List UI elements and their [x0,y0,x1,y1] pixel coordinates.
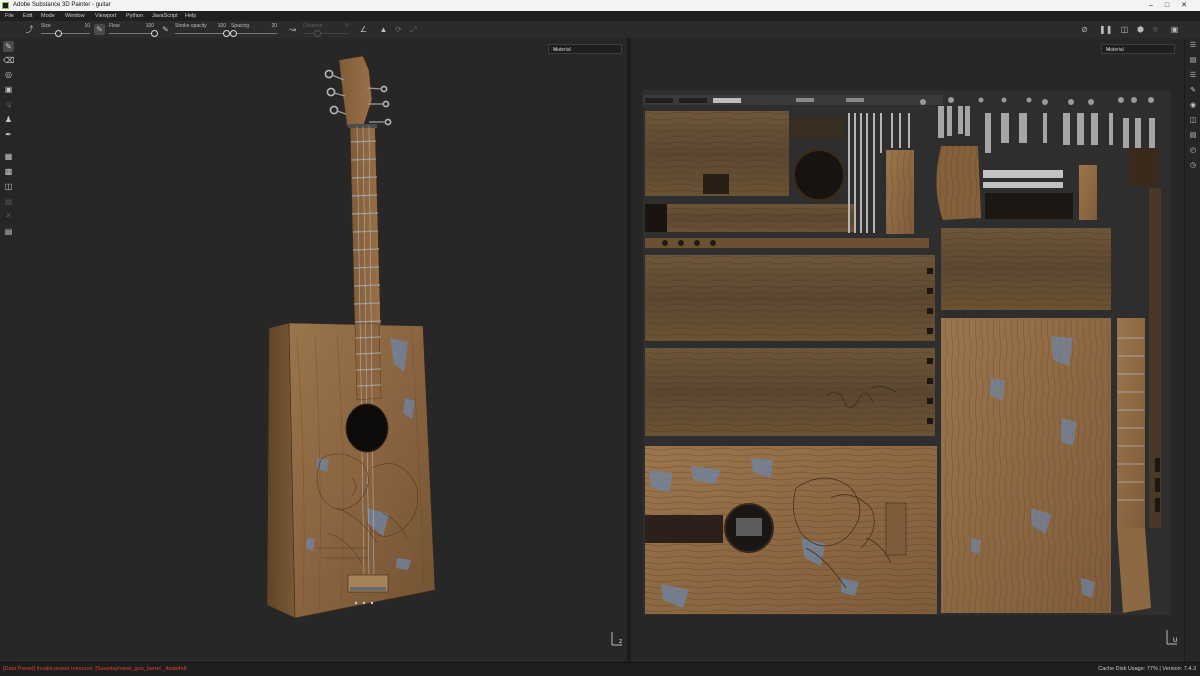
display-3d-icon[interactable]: ⬢ [1135,24,1146,35]
window-title: Adobe Substance 3D Painter - guitar [13,2,111,8]
stroke-opacity-track [175,33,226,34]
size-track [41,33,90,34]
log-icon[interactable]: ◴ [1188,146,1198,156]
menu-mode[interactable]: Mode [41,13,55,19]
bake-tool-icon[interactable]: ▦ [3,151,14,162]
angle-icon[interactable]: ∠ [358,24,369,35]
geometry-mask-icon[interactable]: ▣ [3,84,14,95]
menu-javascript[interactable]: JavaScript [152,13,178,19]
flow-track [109,33,154,34]
clock-icon[interactable]: ◷ [1188,161,1198,171]
svg-text:U: U [1173,637,1177,644]
distance-slider: Distance 8 [303,23,348,37]
maximize-icon[interactable]: □ [1160,1,1174,10]
mirror-axis-icon[interactable]: ⤢ [408,24,419,35]
menu-bar: File Edit Mode Window Viewport Python Ja… [0,11,1200,21]
axis-gizmo-2d: U [1166,630,1177,645]
color-picker-icon[interactable]: ✒ [3,129,14,140]
texture-set-settings-icon[interactable]: ▤ [1188,56,1198,66]
shelf-icon[interactable]: ◫ [1188,116,1198,126]
viewport-2d[interactable]: Material ⌄ U [631,38,1184,662]
properties-icon[interactable]: ✎ [1188,86,1198,96]
brush-preset-icon[interactable]: ⤴ [24,24,35,35]
size-label: Size [41,23,51,29]
svg-text:z: z [619,638,622,645]
flow-label: Flow [109,23,120,29]
cache-label: Cache Disk Usage: [1098,666,1146,672]
size-value: 10 [84,23,90,29]
tool-properties-bar: ⤴ Size 10 ✎ Flow 100 ✎ Stroke opacity 10… [0,21,1200,39]
distance-value: 8 [345,23,348,29]
symmetry-icon[interactable]: ▲ [378,24,389,35]
version-label: | Version: 7.4.3 [1159,666,1196,672]
flow-value: 100 [145,23,154,29]
close-icon[interactable]: ✕ [1177,1,1191,10]
size-knob[interactable] [55,30,63,37]
polygon-fill-icon[interactable]: ▩ [3,166,14,177]
axis-gizmo-3d: z [611,632,622,646]
layers-icon[interactable]: ☰ [1188,71,1198,81]
minimize-icon[interactable]: – [1144,1,1158,10]
flow-knob[interactable] [151,30,158,37]
display-settings-icon[interactable]: ◉ [1188,101,1198,111]
flow-slider[interactable]: Flow 100 [109,23,158,37]
smudge-icon[interactable]: ☟ [3,100,14,111]
menu-viewport[interactable]: Viewport [95,13,116,19]
menu-python[interactable]: Python [126,13,143,19]
material-picker-icon[interactable]: ◫ [3,181,14,192]
menu-help[interactable]: Help [185,13,196,19]
stroke-opacity-slider[interactable]: Stroke opacity 100 [175,23,230,37]
camera-hide-icon[interactable]: ⊘ [1079,24,1090,35]
menu-edit[interactable]: Edit [23,13,32,19]
cache-disk-usage: Cache Disk Usage: 77% | Version: 7.4.3 [1098,666,1196,672]
mirror-icon[interactable]: ⟳ [393,24,404,35]
pause-render-icon[interactable]: ❚❚ [1099,24,1112,35]
spacing-slider[interactable]: Spacing 20 [230,23,277,37]
stroke-opacity-value: 100 [217,23,226,29]
spacing-label: Spacing [231,23,250,29]
viewport-3d[interactable]: Material ⌄ z [17,38,627,662]
clipboard-icon[interactable]: ✕ [3,210,14,221]
uv-texture-map [643,90,1171,615]
menu-file[interactable]: File [5,13,14,19]
stroke-opacity-knob[interactable] [223,30,230,37]
size-slider[interactable]: Size 10 [41,23,90,37]
projection-icon[interactable]: ◎ [3,69,14,80]
distance-knob [313,30,321,37]
status-error-message[interactable]: [Data Preset] Invalid preset resource: [… [3,666,186,672]
spacing-track [231,33,277,34]
app-logo-icon [2,2,9,9]
texture-set-list-icon[interactable]: ☰ [1188,41,1198,51]
video-record-icon[interactable]: ◾ [1150,24,1161,35]
left-toolbar: ✎ ⌫ ◎ ▣ ☟ ♟ ✒ ▦ ▩ ◫ ▤ ✕ ▤ [0,38,18,662]
stroke-opacity-label: Stroke opacity [175,23,207,29]
cache-value: 77% [1146,666,1158,672]
viewport-layout-icon[interactable]: ◫ [1119,24,1130,35]
clone-icon[interactable]: ♟ [3,114,14,125]
text-tool-icon[interactable]: ▤ [3,196,14,207]
pressure-toggle-icon[interactable]: ✎ [160,24,171,35]
pen-pressure-icon[interactable]: ✎ [94,24,105,35]
distance-label: Distance [303,23,323,29]
right-panel-toolbar: ☰ ▤ ☰ ✎ ◉ ◫ ▤ ◴ ◷ [1184,38,1200,662]
screenshot-camera-icon[interactable]: ▣ [1169,24,1180,35]
history-icon[interactable]: ▤ [1188,131,1198,141]
document-icon[interactable]: ▤ [3,226,14,237]
paint-brush-icon[interactable]: ✎ [3,41,14,52]
title-bar: Adobe Substance 3D Painter - guitar – □ … [0,0,1200,11]
spacing-value: 20 [271,23,277,29]
status-bar: [Data Preset] Invalid preset resource: [… [0,662,1200,676]
lazy-mouse-icon[interactable]: ↝ [287,24,298,35]
guitar-3d-model [266,55,436,619]
distance-track [303,33,348,34]
eraser-icon[interactable]: ⌫ [3,55,14,66]
spacing-knob[interactable] [230,30,238,37]
menu-window[interactable]: Window [65,13,85,19]
